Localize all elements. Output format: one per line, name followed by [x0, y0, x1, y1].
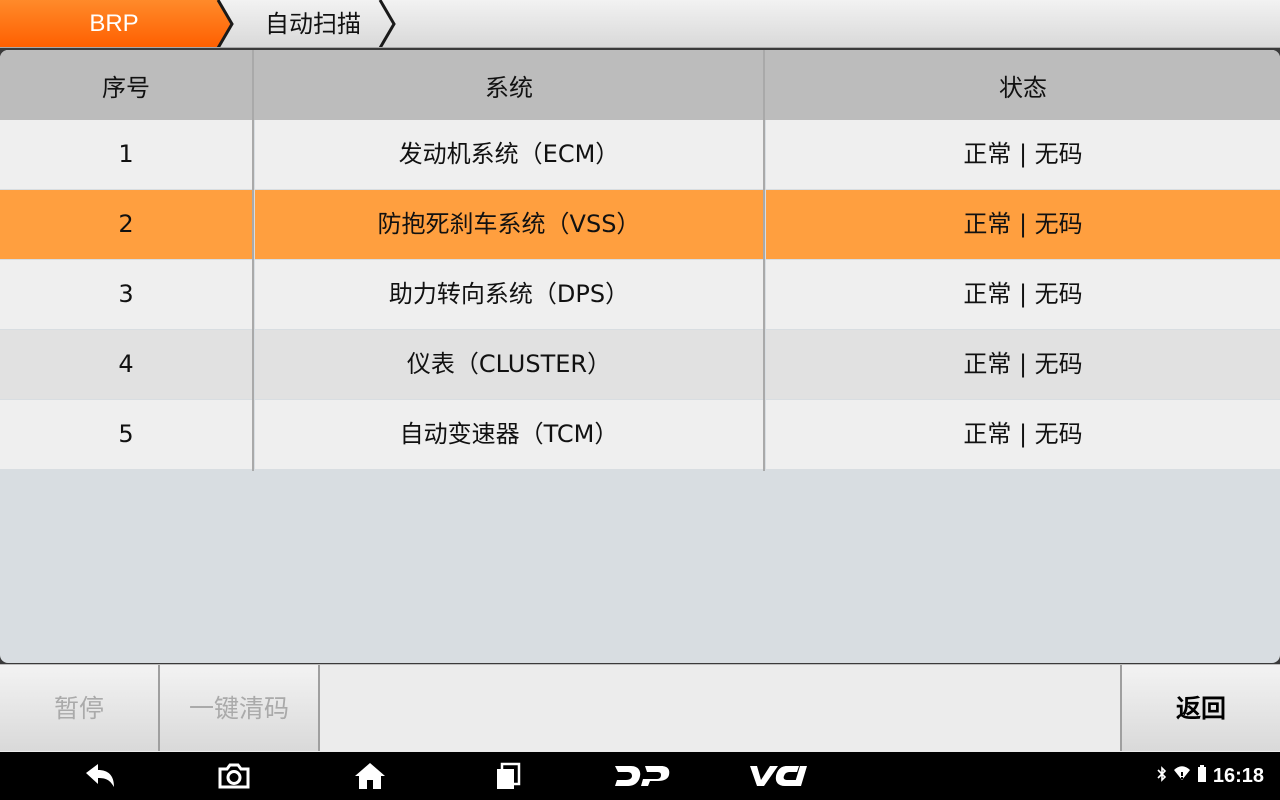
row-system: 助力转向系统（DPS） — [255, 260, 763, 329]
battery-icon — [1197, 765, 1207, 787]
system-nav-bar: 16:18 — [0, 752, 1280, 800]
row-system: 仪表（CLUSTER） — [255, 330, 763, 399]
clock: 16:18 — [1212, 764, 1264, 787]
home-icon[interactable] — [348, 752, 392, 800]
row-status: 正常 | 无码 — [766, 190, 1280, 259]
row-index: 3 — [0, 260, 252, 329]
table-row[interactable]: 5 自动变速器（TCM） 正常 | 无码 — [0, 400, 1280, 470]
table-row-selected[interactable]: 2 防抱死刹车系统（VSS） 正常 | 无码 — [0, 190, 1280, 260]
row-index: 4 — [0, 330, 252, 399]
row-status: 正常 | 无码 — [766, 120, 1280, 189]
back-button[interactable]: 返回 — [1120, 665, 1280, 751]
recent-apps-icon[interactable] — [488, 752, 528, 800]
action-bar: 暂停 一键清码 返回 — [0, 664, 1280, 752]
column-divider — [763, 50, 765, 471]
row-system: 发动机系统（ECM） — [255, 120, 763, 189]
column-divider — [252, 50, 254, 471]
table-header: 序号 系统 状态 — [0, 50, 1280, 120]
table-row[interactable]: 4 仪表（CLUSTER） 正常 | 无码 — [0, 330, 1280, 400]
row-index: 1 — [0, 120, 252, 189]
row-index: 5 — [0, 400, 252, 469]
action-bar-spacer — [320, 665, 1120, 751]
wifi-icon — [1173, 766, 1191, 786]
row-status: 正常 | 无码 — [766, 330, 1280, 399]
row-index: 2 — [0, 190, 252, 259]
header-index: 序号 — [102, 74, 150, 102]
row-system: 防抱死刹车系统（VSS） — [255, 190, 763, 259]
header-status: 状态 — [999, 74, 1047, 102]
breadcrumb-current[interactable]: 自动扫描 — [244, 0, 382, 47]
row-status: 正常 | 无码 — [766, 260, 1280, 329]
table-row[interactable]: 1 发动机系统（ECM） 正常 | 无码 — [0, 120, 1280, 190]
back-arrow-icon[interactable] — [76, 752, 124, 800]
row-status: 正常 | 无码 — [766, 400, 1280, 469]
breadcrumb-root[interactable]: BRP — [0, 0, 228, 47]
breadcrumb: BRP 自动扫描 — [0, 0, 1280, 48]
row-system: 自动变速器（TCM） — [255, 400, 763, 469]
pause-button[interactable]: 暂停 — [0, 665, 160, 751]
dp-logo-icon[interactable] — [612, 752, 672, 800]
status-area: 16:18 — [1157, 752, 1264, 800]
vci-logo-icon[interactable] — [746, 752, 812, 800]
scan-results-panel: 序号 系统 状态 1 发动机系统（ECM） 正常 | 无码 2 防抱死刹车系统（… — [0, 50, 1280, 663]
bluetooth-icon — [1157, 766, 1167, 786]
header-system: 系统 — [485, 74, 533, 102]
table-row[interactable]: 3 助力转向系统（DPS） 正常 | 无码 — [0, 260, 1280, 330]
camera-icon[interactable] — [212, 752, 256, 800]
clear-codes-button[interactable]: 一键清码 — [160, 665, 320, 751]
